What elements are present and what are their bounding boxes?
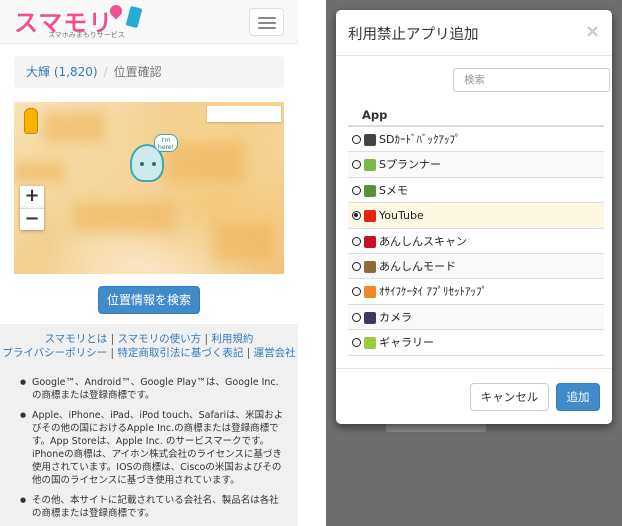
navbar: スマモリ スマホみまもりサービス xyxy=(0,0,298,44)
footer-link-howto[interactable]: スマモリの使い方 xyxy=(118,333,202,345)
app-name: カメラ xyxy=(379,310,412,324)
app-radio[interactable] xyxy=(352,236,361,246)
footer-link-about[interactable]: スマモリとは xyxy=(45,333,108,345)
app-icon xyxy=(364,159,376,172)
trademark-note: Apple、iPhone、iPad、iPod touch、Safariは、米国お… xyxy=(20,409,286,487)
hamburger-icon xyxy=(258,27,276,29)
sumamori-logo[interactable]: スマモリ スマホみまもりサービス xyxy=(14,2,144,39)
modal-backdrop[interactable]: 利用禁止アプリ追加 × App SDｶｰﾄﾞﾊﾞｯｸｱｯﾌﾟ Sプランナー Sメモ Y… xyxy=(326,0,622,526)
logo-subtitle: スマホみまもりサービス xyxy=(48,31,125,39)
app-row[interactable]: カメラ xyxy=(348,304,604,331)
phone-screen-location: スマモリ スマホみまもりサービス 大輝 (1,820) / 位置確認 + − I… xyxy=(0,0,298,526)
trademark-note: その他、本サイトに記載されている会社名、製品名は各社の商標または登録商標です。 xyxy=(20,494,286,520)
app-icon xyxy=(364,184,376,197)
breadcrumb-user-link[interactable]: 大輝 (1,820) xyxy=(26,65,98,79)
app-radio[interactable] xyxy=(352,287,361,297)
app-name: Sメモ xyxy=(379,183,408,197)
location-map[interactable]: + − I'm here! xyxy=(14,102,284,274)
app-search-input[interactable] xyxy=(453,68,610,92)
modal-title: 利用禁止アプリ追加 xyxy=(348,27,479,43)
app-radio[interactable] xyxy=(352,211,361,221)
app-radio[interactable] xyxy=(352,338,361,348)
footer-links: スマモリとは | スマモリの使い方 | 利用規約 プライバシーポリシー | 特定… xyxy=(2,333,296,359)
breadcrumb-current: 位置確認 xyxy=(113,65,162,79)
app-name: あんしんモード xyxy=(379,259,456,273)
cancel-button[interactable]: キャンセル xyxy=(470,383,549,411)
eye-icon xyxy=(140,162,144,166)
app-row[interactable]: Sプランナー xyxy=(348,152,604,178)
app-radio[interactable] xyxy=(352,160,361,170)
app-row[interactable]: ｵｻｲﾌｹｰﾀｲ ｱﾌﾟﾘｾｯﾄｱｯﾌﾟ xyxy=(348,279,604,305)
street-view-pegman-icon[interactable] xyxy=(24,108,38,134)
zoom-out-button[interactable]: − xyxy=(20,208,44,230)
app-row[interactable]: あんしんスキャン xyxy=(348,229,604,254)
app-icon xyxy=(364,337,376,350)
app-name: YouTube xyxy=(379,209,424,223)
add-button[interactable]: 追加 xyxy=(556,383,600,411)
footer-link-terms[interactable]: 利用規約 xyxy=(211,333,253,345)
app-row[interactable]: YouTube xyxy=(348,203,604,229)
app-row[interactable]: Sメモ xyxy=(348,178,604,204)
footer-link-company[interactable]: 運営会社 xyxy=(254,347,296,359)
eye-icon xyxy=(152,162,156,166)
hamburger-icon xyxy=(258,22,276,24)
add-prohibited-app-modal: 利用禁止アプリ追加 × App SDｶｰﾄﾞﾊﾞｯｸｱｯﾌﾟ Sプランナー Sメモ Y… xyxy=(336,10,612,424)
app-icon xyxy=(364,134,376,146)
phone-icon xyxy=(125,5,143,29)
site-footer: スマモリとは | スマモリの使い方 | 利用規約 プライバシーポリシー | 特定… xyxy=(0,324,298,526)
app-icon xyxy=(364,210,376,223)
column-header-app: App xyxy=(362,108,388,122)
app-name: ギャラリー xyxy=(379,336,434,350)
app-icon xyxy=(364,235,376,248)
zoom-in-button[interactable]: + xyxy=(20,186,44,208)
app-row[interactable]: SDｶｰﾄﾞﾊﾞｯｸｱｯﾌﾟ xyxy=(348,127,604,153)
app-icon xyxy=(364,260,376,273)
footer-link-privacy[interactable]: プライバシーポリシー xyxy=(2,347,107,359)
app-name: あんしんスキャン xyxy=(379,234,467,248)
app-row[interactable]: ギャラリー xyxy=(348,330,604,356)
app-name: SDｶｰﾄﾞﾊﾞｯｸｱｯﾌﾟ xyxy=(379,133,461,146)
hamburger-icon xyxy=(258,17,276,19)
app-radio[interactable] xyxy=(352,185,361,195)
app-row[interactable]: あんしんモード xyxy=(348,253,604,280)
modal-footer: キャンセル 追加 xyxy=(336,368,612,424)
app-radio[interactable] xyxy=(352,135,361,144)
marker-speech-bubble: I'm here! xyxy=(154,134,178,152)
background-content xyxy=(386,424,486,432)
search-location-button[interactable]: 位置情報を検索 xyxy=(98,286,200,314)
app-name: Sプランナー xyxy=(379,158,441,172)
trademark-note: Google™、Android™、Google Play™は、Google In… xyxy=(20,376,286,402)
app-icon xyxy=(364,311,376,324)
child-location-marker-icon[interactable]: I'm here! xyxy=(126,134,182,190)
app-list: SDｶｰﾄﾞﾊﾞｯｸｱｯﾌﾟ Sプランナー Sメモ YouTube あんしんスキャン あん… xyxy=(348,127,604,356)
breadcrumb: 大輝 (1,820) / 位置確認 xyxy=(14,56,284,88)
menu-toggle-button[interactable] xyxy=(249,8,284,36)
trademark-notes: Google™、Android™、Google Play™は、Google In… xyxy=(20,376,286,526)
app-icon xyxy=(364,286,376,299)
app-name: ｵｻｲﾌｹｰﾀｲ ｱﾌﾟﾘｾｯﾄｱｯﾌﾟ xyxy=(379,285,487,299)
footer-link-commerce-law[interactable]: 特定商取引法に基づく表記 xyxy=(117,347,243,359)
modal-header: 利用禁止アプリ追加 × xyxy=(336,10,612,56)
close-icon[interactable]: × xyxy=(585,22,600,42)
app-radio[interactable] xyxy=(352,261,361,271)
breadcrumb-separator: / xyxy=(103,65,108,79)
app-radio[interactable] xyxy=(352,312,361,322)
map-type-control[interactable] xyxy=(207,106,281,122)
